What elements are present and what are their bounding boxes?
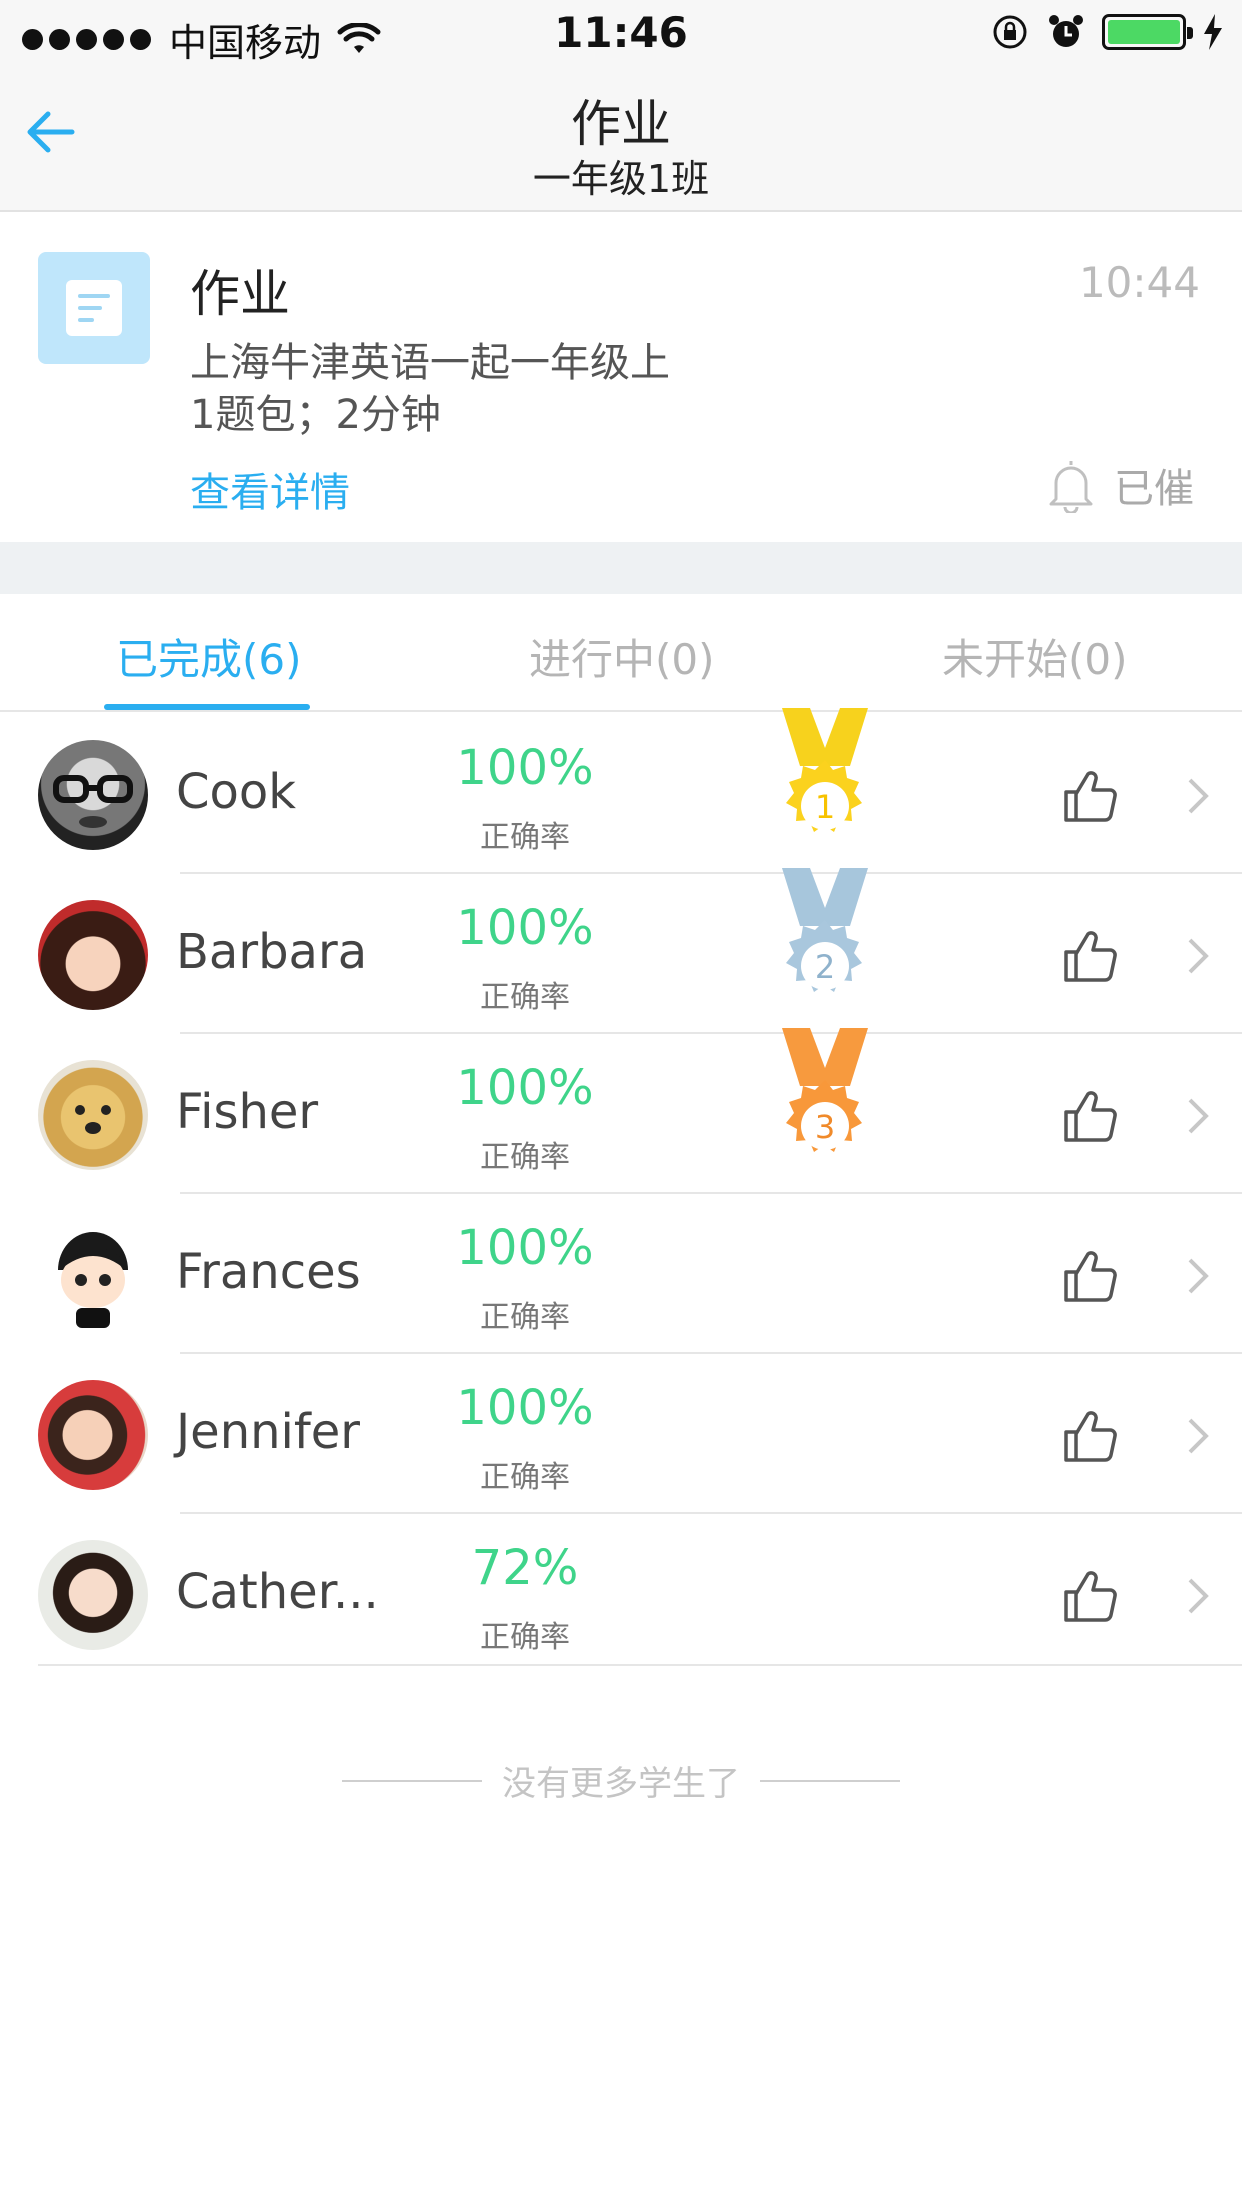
active-tab-indicator bbox=[104, 704, 310, 710]
homework-title: 作业 bbox=[190, 265, 290, 323]
homework-time: 10:44 bbox=[1078, 258, 1200, 307]
homework-description: 上海牛津英语一起一年级上 bbox=[190, 340, 670, 386]
student-row[interactable]: Cook 100% 正确率 1 bbox=[0, 708, 1242, 874]
no-more-label: 没有更多学生了 bbox=[502, 1764, 740, 1804]
alarm-icon bbox=[1049, 15, 1083, 47]
accuracy-label: 正确率 bbox=[480, 1300, 570, 1335]
student-name: Jennifer bbox=[176, 1404, 361, 1460]
accuracy-label: 正确率 bbox=[480, 1620, 570, 1655]
divider-line bbox=[760, 1779, 900, 1782]
thumbs-up-icon[interactable] bbox=[1060, 1406, 1120, 1466]
avatar bbox=[38, 1220, 148, 1330]
status-bar: 中国移动 11:46 bbox=[0, 0, 1242, 66]
medal-rank: 3 bbox=[815, 1108, 835, 1146]
student-name: Fisher bbox=[176, 1084, 319, 1140]
student-name: Cook bbox=[176, 764, 297, 820]
chevron-right-icon bbox=[1188, 778, 1209, 814]
status-tabs: 已完成(6) 进行中(0) 未开始(0) bbox=[0, 594, 1242, 712]
accuracy-value: 72% bbox=[471, 1540, 579, 1596]
page-title: 作业 bbox=[571, 95, 671, 153]
view-details-link[interactable]: 查看详情 bbox=[190, 460, 350, 518]
section-separator bbox=[0, 542, 1242, 594]
student-row[interactable]: Jennifer 100% 正确率 bbox=[0, 1354, 1242, 1514]
battery-level bbox=[1108, 20, 1180, 44]
silver-medal-icon: 2 bbox=[782, 868, 868, 992]
student-name: Barbara bbox=[176, 924, 368, 980]
accuracy-value: 100% bbox=[456, 1220, 594, 1276]
status-bar-right bbox=[990, 12, 1224, 52]
thumbs-up-icon[interactable] bbox=[1060, 926, 1120, 986]
navigation-bar: 作业 一年级1班 bbox=[0, 66, 1242, 212]
student-row[interactable]: Frances 100% 正确率 bbox=[0, 1194, 1242, 1354]
accuracy-label: 正确率 bbox=[480, 820, 570, 855]
remind-status-label: 已催 bbox=[1114, 466, 1194, 512]
medal-rank: 1 bbox=[815, 788, 835, 826]
accuracy-label: 正确率 bbox=[480, 1460, 570, 1495]
student-row[interactable]: Cather... 72% 正确率 bbox=[0, 1514, 1242, 1674]
thumbs-up-icon[interactable] bbox=[1060, 1246, 1120, 1306]
accuracy-label: 正确率 bbox=[480, 980, 570, 1015]
avatar bbox=[38, 900, 148, 1010]
medal-rank: 2 bbox=[815, 948, 835, 986]
chevron-right-icon bbox=[1188, 1418, 1209, 1454]
chevron-right-icon bbox=[1188, 1098, 1209, 1134]
tab-not-started[interactable]: 未开始(0) bbox=[942, 626, 1128, 687]
rotation-lock-icon bbox=[993, 15, 1027, 49]
avatar bbox=[38, 1540, 148, 1650]
homework-card: 作业 10:44 上海牛津英语一起一年级上 1题包；2分钟 查看详情 已催 bbox=[0, 212, 1242, 542]
list-bottom-divider bbox=[38, 1664, 1242, 1666]
homework-meta: 1题包；2分钟 bbox=[190, 392, 441, 438]
accuracy-value: 100% bbox=[456, 900, 594, 956]
remind-status: 已催 bbox=[1046, 456, 1194, 514]
avatar bbox=[38, 1380, 148, 1490]
accuracy-value: 100% bbox=[456, 740, 594, 796]
chevron-right-icon bbox=[1188, 938, 1209, 974]
avatar bbox=[38, 740, 148, 850]
thumbs-up-icon[interactable] bbox=[1060, 1086, 1120, 1146]
student-row[interactable]: Barbara 100% 正确率 2 bbox=[0, 868, 1242, 1034]
student-name: Frances bbox=[176, 1244, 361, 1300]
bell-icon bbox=[1049, 461, 1093, 513]
charging-icon bbox=[1204, 14, 1222, 50]
student-name: Cather... bbox=[176, 1564, 379, 1620]
student-row[interactable]: Fisher 100% 正确率 3 bbox=[0, 1028, 1242, 1194]
accuracy-label: 正确率 bbox=[480, 1140, 570, 1175]
no-more-students: 没有更多学生了 bbox=[0, 1756, 1242, 1805]
thumbs-up-icon[interactable] bbox=[1060, 1566, 1120, 1626]
bronze-medal-icon: 3 bbox=[782, 1028, 868, 1152]
gold-medal-icon: 1 bbox=[782, 708, 868, 832]
accuracy-value: 100% bbox=[456, 1060, 594, 1116]
page-subtitle: 一年级1班 bbox=[532, 157, 710, 201]
document-icon bbox=[38, 252, 150, 364]
tab-in-progress[interactable]: 进行中(0) bbox=[529, 626, 715, 687]
thumbs-up-icon[interactable] bbox=[1060, 766, 1120, 826]
battery-icon bbox=[1102, 14, 1193, 50]
chevron-right-icon bbox=[1188, 1258, 1209, 1294]
tab-completed[interactable]: 已完成(6) bbox=[116, 626, 302, 687]
divider-line bbox=[342, 1779, 482, 1782]
avatar bbox=[38, 1060, 148, 1170]
chevron-right-icon bbox=[1188, 1578, 1209, 1614]
accuracy-value: 100% bbox=[456, 1380, 594, 1436]
